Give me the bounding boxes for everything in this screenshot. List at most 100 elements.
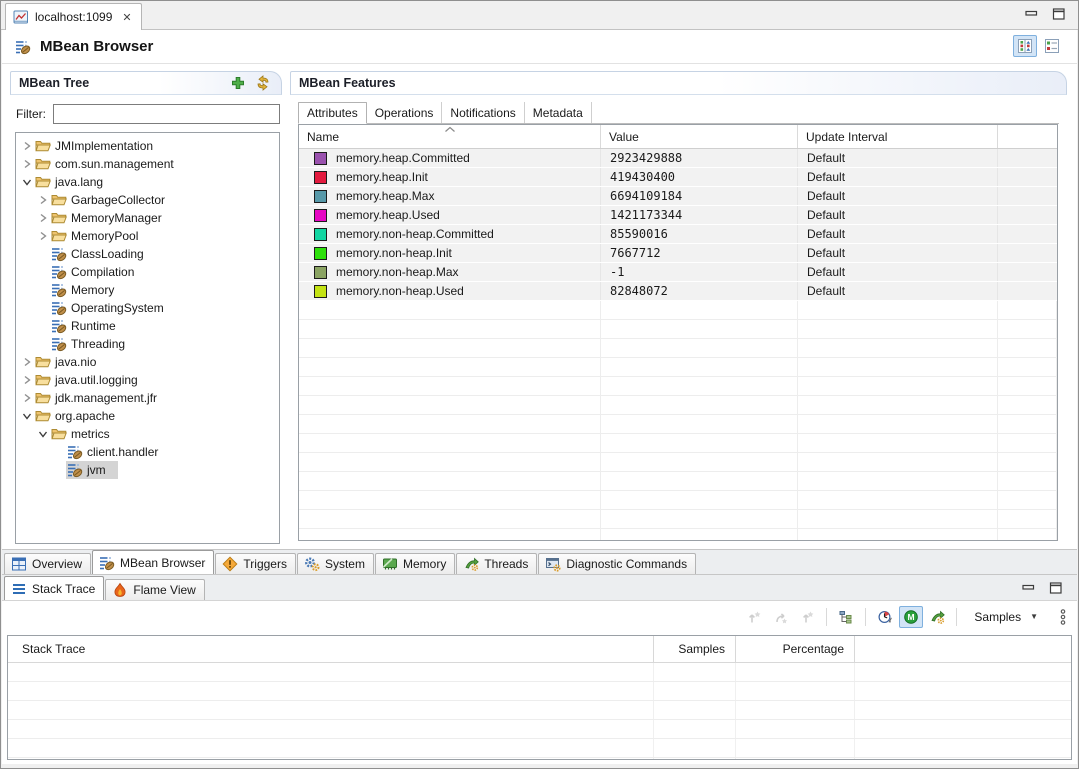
tree-item-threading[interactable]: Threading bbox=[16, 335, 279, 353]
tree-item-jdk-management-jfr[interactable]: jdk.management.jfr bbox=[16, 389, 279, 407]
minimize-icon[interactable] bbox=[1022, 582, 1036, 594]
refresh-tree-icon[interactable] bbox=[253, 73, 273, 93]
tree-item-compilation[interactable]: Compilation bbox=[16, 263, 279, 281]
chevron-down-icon[interactable] bbox=[36, 428, 50, 440]
chevron-right-icon[interactable] bbox=[36, 194, 50, 206]
attribute-value: 2923429888 bbox=[601, 149, 798, 167]
clock-grouping-icon[interactable] bbox=[873, 606, 897, 628]
tree-view-icon[interactable] bbox=[834, 606, 858, 628]
page-tab-diagnostic-commands[interactable]: Diagnostic Commands bbox=[538, 553, 696, 574]
tab-metadata[interactable]: Metadata bbox=[525, 102, 592, 123]
chevron-right-icon[interactable] bbox=[20, 356, 34, 368]
window-controls bbox=[1025, 8, 1066, 20]
tree-item-classloading[interactable]: ClassLoading bbox=[16, 245, 279, 263]
chevron-right-icon[interactable] bbox=[20, 392, 34, 404]
navigate-frame-icon[interactable] bbox=[769, 606, 793, 628]
method-profiling-icon[interactable]: M bbox=[899, 606, 923, 628]
column-header-samples[interactable]: Samples bbox=[654, 636, 736, 662]
page-tab-triggers[interactable]: Triggers bbox=[215, 553, 296, 574]
attribute-row[interactable]: memory.heap.Init419430400Default bbox=[299, 168, 1057, 187]
empty-row bbox=[299, 339, 1057, 358]
tree-item-com-sun-management[interactable]: com.sun.management bbox=[16, 155, 279, 173]
series-color-swatch bbox=[314, 285, 327, 298]
panel-window-controls bbox=[1022, 582, 1063, 594]
tree-item-jvm[interactable]: jvm bbox=[16, 461, 279, 479]
previous-frame-icon[interactable] bbox=[743, 606, 767, 628]
mbean-icon bbox=[51, 318, 67, 334]
page-tab-label: MBean Browser bbox=[120, 556, 205, 570]
tree-item-label: org.apache bbox=[55, 409, 115, 423]
tab-operations[interactable]: Operations bbox=[367, 102, 443, 123]
stack-tab-stack-trace[interactable]: Stack Trace bbox=[4, 576, 104, 600]
chevron-down-icon[interactable] bbox=[20, 410, 34, 422]
tree-item-label: Compilation bbox=[71, 265, 134, 279]
stacked-layout-icon[interactable] bbox=[1040, 35, 1064, 57]
view-menu-icon[interactable] bbox=[1055, 606, 1071, 628]
page-tab-system[interactable]: System bbox=[297, 553, 374, 574]
attributes-table-header: Name Value Update Interval bbox=[299, 125, 1057, 149]
series-color-swatch bbox=[314, 171, 327, 184]
column-header-name[interactable]: Name bbox=[299, 125, 601, 148]
page-tab-memory[interactable]: Memory bbox=[375, 553, 455, 574]
chevron-right-icon[interactable] bbox=[20, 158, 34, 170]
chevron-right-icon[interactable] bbox=[36, 212, 50, 224]
series-color-swatch bbox=[314, 209, 327, 222]
tree-item-java-lang[interactable]: java.lang bbox=[16, 173, 279, 191]
editor-tab-localhost[interactable]: localhost:1099 ✕ bbox=[5, 3, 142, 30]
attribute-row[interactable]: memory.heap.Used1421173344Default bbox=[299, 206, 1057, 225]
tree-item-java-util-logging[interactable]: java.util.logging bbox=[16, 371, 279, 389]
tree-item-java-nio[interactable]: java.nio bbox=[16, 353, 279, 371]
attribute-row[interactable]: memory.non-heap.Committed85590016Default bbox=[299, 225, 1057, 244]
folder-icon bbox=[35, 372, 51, 388]
stack-tab-label: Stack Trace bbox=[32, 582, 95, 596]
empty-row bbox=[299, 358, 1057, 377]
maximize-icon[interactable] bbox=[1052, 8, 1066, 20]
chevron-right-icon[interactable] bbox=[20, 140, 34, 152]
chevron-right-icon[interactable] bbox=[20, 374, 34, 386]
empty-row bbox=[299, 529, 1057, 541]
page-tab-threads[interactable]: Threads bbox=[456, 553, 537, 574]
samples-dropdown[interactable]: Samples ▼ bbox=[964, 606, 1048, 628]
tree-item-memorypool[interactable]: MemoryPool bbox=[16, 227, 279, 245]
tree-item-content: java.lang bbox=[34, 173, 115, 191]
chevron-right-icon[interactable] bbox=[36, 230, 50, 242]
stack-tab-flame-view[interactable]: Flame View bbox=[105, 579, 204, 600]
thread-root-icon[interactable] bbox=[925, 606, 949, 628]
add-mbean-icon[interactable] bbox=[228, 73, 248, 93]
layout-toggles bbox=[1013, 35, 1064, 57]
tree-item-garbagecollector[interactable]: GarbageCollector bbox=[16, 191, 279, 209]
vertical-layout-icon[interactable] bbox=[1013, 35, 1037, 57]
attribute-row[interactable]: memory.heap.Committed2923429888Default bbox=[299, 149, 1057, 168]
tree-item-memorymanager[interactable]: MemoryManager bbox=[16, 209, 279, 227]
page-tab-mbean-browser[interactable]: MBean Browser bbox=[92, 550, 214, 574]
page-tab-overview[interactable]: Overview bbox=[4, 553, 91, 574]
attribute-row[interactable]: memory.non-heap.Used82848072Default bbox=[299, 282, 1057, 301]
column-header-percentage[interactable]: Percentage bbox=[736, 636, 855, 662]
tree-item-runtime[interactable]: Runtime bbox=[16, 317, 279, 335]
attribute-row[interactable]: memory.heap.Max6694109184Default bbox=[299, 187, 1057, 206]
minimize-icon[interactable] bbox=[1025, 8, 1039, 20]
tree-item-org-apache[interactable]: org.apache bbox=[16, 407, 279, 425]
tree-item-metrics[interactable]: metrics bbox=[16, 425, 279, 443]
attribute-row[interactable]: memory.non-heap.Max-1Default bbox=[299, 263, 1057, 282]
tree-item-jmimplementation[interactable]: JMImplementation bbox=[16, 137, 279, 155]
tree-item-client-handler[interactable]: client.handler bbox=[16, 443, 279, 461]
close-icon[interactable]: ✕ bbox=[122, 11, 131, 24]
next-frame-icon[interactable] bbox=[795, 606, 819, 628]
tree-item-operatingsystem[interactable]: OperatingSystem bbox=[16, 299, 279, 317]
tab-notifications[interactable]: Notifications bbox=[442, 102, 524, 123]
filter-input[interactable] bbox=[53, 104, 280, 124]
tree-item-memory[interactable]: Memory bbox=[16, 281, 279, 299]
maximize-icon[interactable] bbox=[1049, 582, 1063, 594]
column-header-stack-trace[interactable]: Stack Trace bbox=[8, 636, 654, 662]
attribute-name: memory.heap.Used bbox=[336, 208, 440, 222]
attribute-row[interactable]: memory.non-heap.Init7667712Default bbox=[299, 244, 1057, 263]
chevron-spacer bbox=[36, 302, 50, 314]
empty-row bbox=[299, 415, 1057, 434]
column-header-value[interactable]: Value bbox=[601, 125, 798, 148]
tree-item-content: JMImplementation bbox=[34, 137, 165, 155]
chevron-down-icon[interactable] bbox=[20, 176, 34, 188]
tab-attributes[interactable]: Attributes bbox=[298, 102, 367, 124]
page-header: MBean Browser bbox=[2, 30, 1077, 64]
column-header-update-interval[interactable]: Update Interval bbox=[798, 125, 998, 148]
